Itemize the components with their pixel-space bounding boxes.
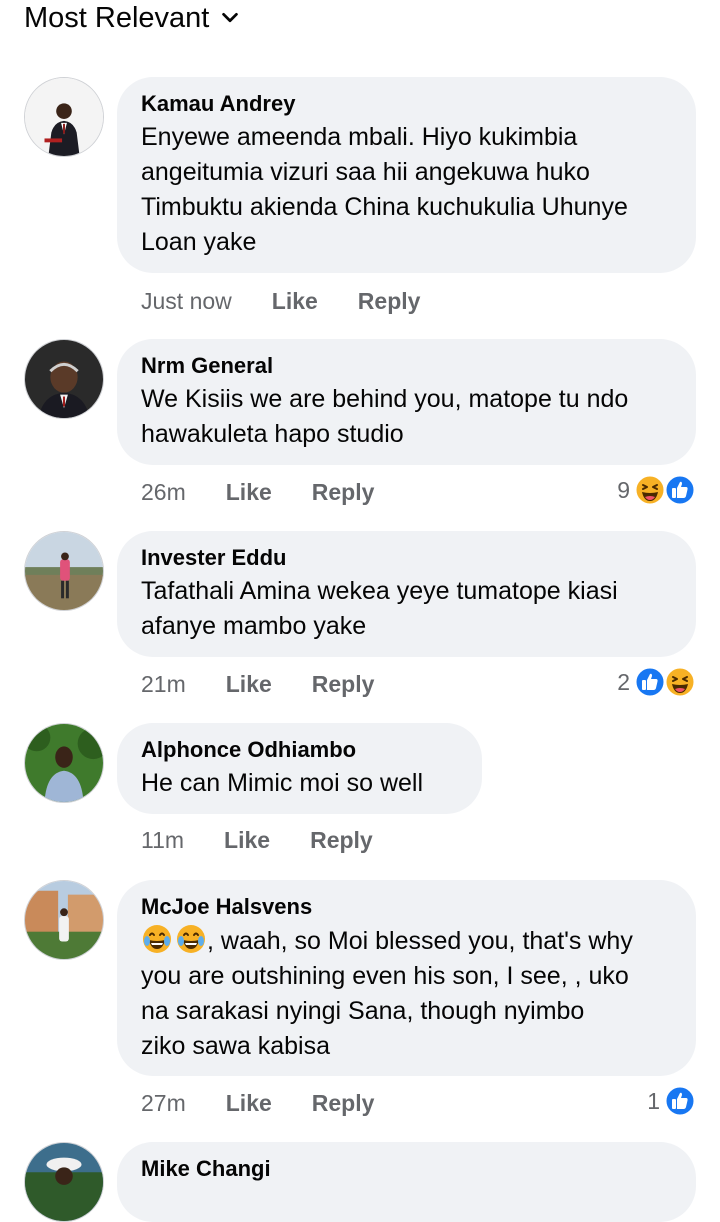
avatar[interactable]	[24, 880, 104, 960]
avatar[interactable]	[24, 339, 104, 419]
comment-actions: 11m Like Reply	[141, 824, 413, 856]
comment-bubble: Mike Changi	[117, 1142, 696, 1222]
reaction-summary[interactable]: 1	[647, 1085, 696, 1117]
sort-label: Most Relevant	[24, 1, 210, 34]
comment-author[interactable]: Nrm General	[141, 352, 672, 380]
comment-text: Tafathali Amina wekea yeye tumatope kias…	[141, 577, 618, 640]
reply-button[interactable]: Reply	[312, 1090, 375, 1117]
reaction-summary[interactable]: 2	[617, 666, 696, 698]
comment-author[interactable]: Alphonce Odhiambo	[141, 736, 458, 764]
reaction-count: 1	[647, 1087, 660, 1114]
chevron-down-icon	[219, 7, 241, 29]
comment-text: He can Mimic moi so well	[141, 769, 424, 797]
comment-timestamp[interactable]: 11m	[141, 827, 184, 854]
comment-text: We Kisiis we are behind you, matope tu n…	[141, 385, 629, 448]
like-button[interactable]: Like	[272, 288, 318, 315]
like-button[interactable]: Like	[226, 671, 272, 698]
comment-timestamp[interactable]: 27m	[141, 1090, 186, 1117]
comment-timestamp[interactable]: Just now	[141, 288, 232, 315]
comment-actions: 27m Like Reply	[141, 1087, 414, 1119]
comment-author[interactable]: McJoe Halsvens	[141, 893, 672, 921]
reply-button[interactable]: Reply	[312, 479, 375, 506]
avatar[interactable]	[24, 723, 104, 803]
tears-of-joy-emoji	[175, 923, 207, 955]
tears-of-joy-emoji	[141, 923, 173, 955]
haha-icon	[664, 666, 696, 698]
reaction-count: 9	[617, 476, 630, 503]
like-reaction-icon	[634, 666, 666, 698]
reaction-count: 2	[617, 668, 630, 695]
comment-bubble: McJoe Halsvens , waah, so Moi blessed yo…	[117, 880, 696, 1076]
comment-text-body: , waah, so Moi blessed you, that's why y…	[141, 927, 633, 1060]
comment-bubble: Alphonce Odhiambo He can Mimic moi so we…	[117, 723, 482, 814]
comment-author[interactable]: Mike Changi	[141, 1155, 672, 1183]
comment-author[interactable]: Invester Eddu	[141, 544, 672, 572]
comment-text: Enyewe ameenda mbali. Hiyo kukimbia ange…	[141, 123, 628, 256]
comment-author[interactable]: Kamau Andrey	[141, 90, 672, 118]
reply-button[interactable]: Reply	[312, 671, 375, 698]
comment-actions: Just now Like Reply	[141, 285, 460, 317]
sort-dropdown[interactable]: Most Relevant	[24, 0, 241, 36]
like-reaction-icon	[664, 1085, 696, 1117]
like-reaction-icon	[664, 474, 696, 506]
avatar[interactable]	[24, 531, 104, 611]
avatar[interactable]	[24, 1142, 104, 1222]
like-button[interactable]: Like	[226, 1090, 272, 1117]
comment-bubble: Nrm General We Kisiis we are behind you,…	[117, 339, 696, 465]
comment-bubble: Invester Eddu Tafathali Amina wekea yeye…	[117, 531, 696, 657]
comment-actions: 21m Like Reply	[141, 668, 414, 700]
comment-text: , waah, so Moi blessed you, that's why y…	[141, 923, 672, 1064]
like-button[interactable]: Like	[224, 827, 270, 854]
reply-button[interactable]: Reply	[310, 827, 373, 854]
avatar[interactable]	[24, 77, 104, 157]
like-button[interactable]: Like	[226, 479, 272, 506]
haha-icon	[634, 474, 666, 506]
comment-actions: 26m Like Reply	[141, 476, 414, 508]
reaction-summary[interactable]: 9	[617, 474, 696, 506]
comment-bubble: Kamau Andrey Enyewe ameenda mbali. Hiyo …	[117, 77, 696, 273]
comment-timestamp[interactable]: 26m	[141, 479, 186, 506]
reply-button[interactable]: Reply	[358, 288, 421, 315]
comment-timestamp[interactable]: 21m	[141, 671, 186, 698]
